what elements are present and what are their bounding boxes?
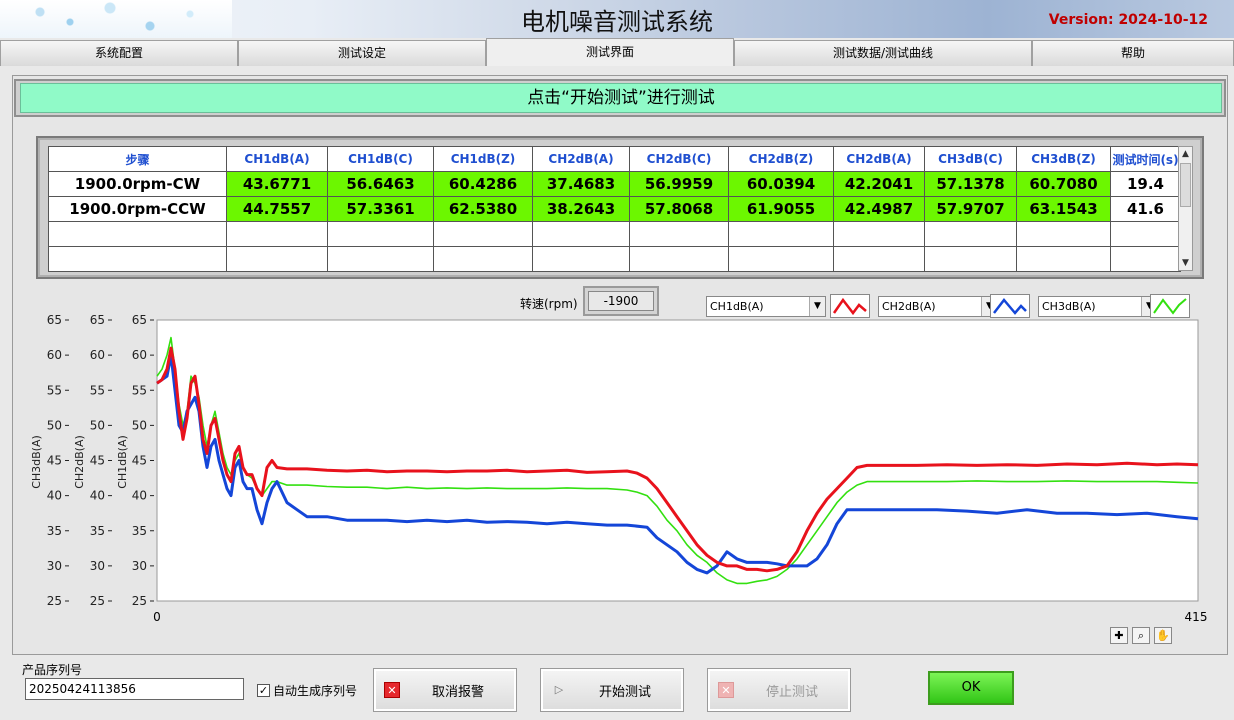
auto-serial-checkbox[interactable]: ✓ 自动生成序列号 (257, 682, 357, 699)
y-axis-title: CH2dB(A) (73, 435, 86, 489)
close-icon: ✕ (384, 682, 400, 698)
checkbox-checked-icon[interactable]: ✓ (257, 684, 270, 697)
y-tick-label: 50 (132, 418, 147, 432)
ok-button[interactable]: OK (928, 671, 1014, 705)
y-tick-label: 50 (90, 418, 105, 432)
zoom-tool-icon[interactable]: ⌕ (1132, 627, 1150, 644)
pan-hand-icon[interactable]: ✋ (1154, 627, 1172, 644)
y-tick-label: 65 (47, 313, 62, 327)
y-tick-label: 40 (47, 489, 62, 503)
y-tick-label: 25 (90, 594, 105, 608)
y-tick-label: 45 (132, 454, 147, 468)
y-tick-label: 30 (90, 559, 105, 573)
y-axis-title: CH3dB(A) (30, 435, 43, 489)
y-tick-label: 60 (47, 348, 62, 362)
y-tick-label: 30 (132, 559, 147, 573)
start-test-button[interactable]: ▷ 开始测试 (540, 668, 684, 712)
y-tick-label: 45 (47, 454, 62, 468)
y-tick-label: 35 (132, 524, 147, 538)
y-tick-label: 55 (47, 383, 62, 397)
y-tick-label: 30 (47, 559, 62, 573)
y-tick-label: 55 (90, 383, 105, 397)
y-tick-label: 65 (90, 313, 105, 327)
y-tick-label: 45 (90, 454, 105, 468)
y-tick-label: 25 (47, 594, 62, 608)
y-tick-label: 60 (132, 348, 147, 362)
y-tick-label: 60 (90, 348, 105, 362)
y-tick-label: 35 (90, 524, 105, 538)
x-tick-label: 0 (153, 610, 161, 624)
y-tick-label: 55 (132, 383, 147, 397)
serial-number-input[interactable]: 20250424113856 (25, 678, 244, 700)
serial-number-label: 产品序列号 (22, 663, 83, 677)
cancel-alarm-button[interactable]: ✕ 取消报警 (373, 668, 517, 712)
play-icon: ▷ (554, 683, 564, 696)
x-tick-label: 415 (1185, 610, 1208, 624)
y-tick-label: 40 (90, 489, 105, 503)
crosshair-tool-icon[interactable]: ✚ (1110, 627, 1128, 644)
y-tick-label: 65 (132, 313, 147, 327)
noise-chart[interactable]: 25 25 25 30 30 30 35 35 35 40 40 40 45 45 45 50 50 50 55 55… (0, 0, 1234, 650)
close-icon: ✕ (718, 682, 734, 698)
y-tick-label: 50 (47, 418, 62, 432)
y-tick-label: 40 (132, 489, 147, 503)
plot-area (156, 319, 1199, 602)
auto-serial-label: 自动生成序列号 (273, 684, 358, 698)
y-axis-title: CH1dB(A) (116, 435, 129, 489)
y-tick-label: 35 (47, 524, 62, 538)
stop-test-button[interactable]: ✕ 停止测试 (707, 668, 851, 712)
y-tick-label: 25 (132, 594, 147, 608)
